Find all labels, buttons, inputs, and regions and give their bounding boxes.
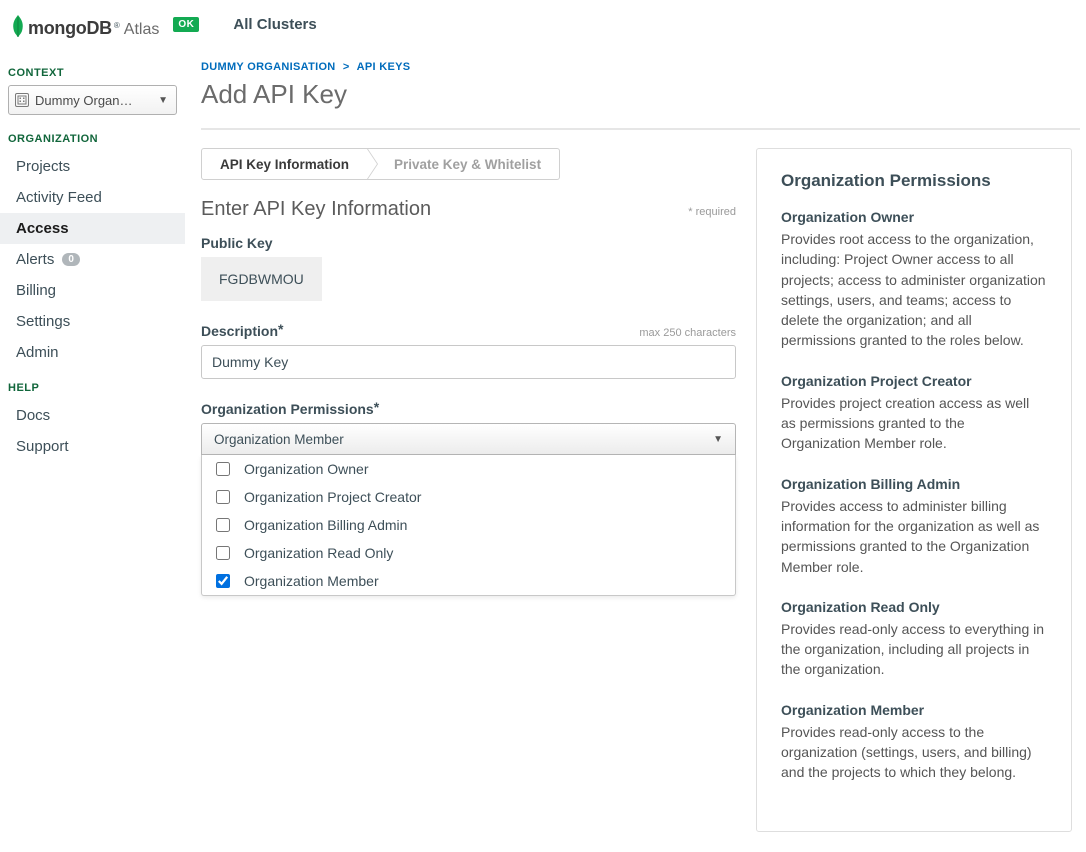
divider: [201, 128, 1080, 130]
permission-option[interactable]: Organization Read Only: [202, 539, 735, 567]
permission-checkbox[interactable]: [216, 518, 230, 532]
breadcrumb-sep: >: [343, 61, 350, 73]
step-api-key-info[interactable]: API Key Information: [201, 148, 368, 180]
sidebar-item-admin[interactable]: Admin: [0, 337, 185, 368]
breadcrumb-page[interactable]: API KEYS: [357, 61, 411, 73]
sidebar-section-label: ORGANIZATION: [0, 133, 185, 151]
help-permission-desc: Provides read-only access to the organiz…: [781, 722, 1047, 783]
sidebar-item-label: Support: [16, 438, 69, 455]
help-panel: Organization Permissions Organization Ow…: [756, 148, 1072, 832]
permission-option-label: Organization Read Only: [244, 545, 393, 561]
description-input[interactable]: [201, 345, 736, 379]
public-key-label: Public Key: [201, 235, 736, 251]
chevron-down-icon: ▼: [158, 95, 168, 106]
permission-option-label: Organization Billing Admin: [244, 517, 407, 533]
mongodb-atlas-logo[interactable]: mongoDB® Atlas: [10, 10, 159, 39]
sidebar-item-label: Access: [16, 220, 69, 237]
sidebar-item-alerts[interactable]: Alerts 0: [0, 244, 185, 275]
breadcrumb: DUMMY ORGANISATION > API KEYS: [201, 61, 1086, 73]
breadcrumb-org[interactable]: DUMMY ORGANISATION: [201, 61, 336, 73]
sidebar-item-docs[interactable]: Docs: [0, 400, 185, 431]
description-hint: max 250 characters: [639, 327, 736, 339]
help-permission-desc: Provides root access to the organization…: [781, 229, 1047, 351]
sidebar-item-label: Projects: [16, 158, 70, 175]
sidebar-item-label: Settings: [16, 313, 70, 330]
permission-option-label: Organization Owner: [244, 461, 369, 477]
help-permission-title: Organization Member: [781, 702, 1047, 718]
help-permission-title: Organization Project Creator: [781, 373, 1047, 389]
topbar: mongoDB® Atlas OK All Clusters: [0, 0, 1086, 49]
chevron-down-icon: ▼: [713, 434, 723, 445]
org-permissions-select[interactable]: Organization Member ▼: [201, 423, 736, 455]
help-permission-block: Organization Member Provides read-only ac…: [781, 702, 1047, 783]
help-panel-title: Organization Permissions: [781, 171, 1047, 191]
all-clusters-link[interactable]: All Clusters: [233, 16, 316, 33]
help-permission-desc: Provides read-only access to everything …: [781, 619, 1047, 680]
sidebar-item-label: Admin: [16, 344, 59, 361]
permission-checkbox[interactable]: [216, 574, 230, 588]
org-permissions-selected: Organization Member: [214, 432, 344, 447]
sidebar-item-label: Alerts: [16, 251, 54, 268]
logo-registered: ®: [114, 21, 120, 30]
permission-option-label: Organization Member: [244, 573, 379, 589]
sidebar-item-activity-feed[interactable]: Activity Feed: [0, 182, 185, 213]
help-permission-block: Organization Billing Admin Provides acces…: [781, 476, 1047, 577]
main-content: DUMMY ORGANISATION > API KEYS Add API Ke…: [185, 49, 1086, 852]
sidebar-item-support[interactable]: Support: [0, 431, 185, 462]
permission-checkbox[interactable]: [216, 462, 230, 476]
help-permission-title: Organization Owner: [781, 209, 1047, 225]
help-permission-desc: Provides project creation access as well…: [781, 393, 1047, 454]
alerts-count-badge: 0: [62, 253, 80, 266]
sidebar-item-billing[interactable]: Billing: [0, 275, 185, 306]
description-label: Description*: [201, 323, 283, 339]
permission-option[interactable]: Organization Owner: [202, 455, 735, 483]
org-permissions-dropdown: Organization Owner Organization Project C…: [201, 455, 736, 596]
sidebar-item-label: Billing: [16, 282, 56, 299]
permission-checkbox[interactable]: [216, 546, 230, 560]
help-permission-title: Organization Read Only: [781, 599, 1047, 615]
sidebar-item-settings[interactable]: Settings: [0, 306, 185, 337]
help-permission-block: Organization Read Only Provides read-only…: [781, 599, 1047, 680]
step-private-key-whitelist[interactable]: Private Key & Whitelist: [368, 148, 560, 180]
help-permission-block: Organization Project Creator Provides pro…: [781, 373, 1047, 454]
sidebar-item-label: Docs: [16, 407, 50, 424]
sidebar-item-projects[interactable]: Projects: [0, 151, 185, 182]
permission-option[interactable]: Organization Project Creator: [202, 483, 735, 511]
permission-checkbox[interactable]: [216, 490, 230, 504]
required-note: * required: [688, 206, 736, 218]
page-title: Add API Key: [201, 79, 1086, 110]
logo-text-sub: Atlas: [124, 21, 160, 39]
logo-text-main: mongoDB: [28, 18, 112, 39]
permission-option[interactable]: Organization Billing Admin: [202, 511, 735, 539]
sidebar-item-label: Activity Feed: [16, 189, 102, 206]
context-org-select[interactable]: Dummy Organ… ▼: [8, 85, 177, 115]
org-icon: [15, 93, 29, 107]
help-permission-block: Organization Owner Provides root access t…: [781, 209, 1047, 351]
sidebar: CONTEXT Dummy Organ… ▼ ORGANIZATION Proje…: [0, 49, 185, 852]
context-label: CONTEXT: [0, 67, 185, 85]
status-ok-badge: OK: [173, 17, 199, 32]
org-permissions-label: Organization Permissions*: [201, 401, 736, 417]
context-org-value: Dummy Organ…: [35, 93, 152, 108]
wizard-stepper: API Key Information Private Key & Whitel…: [201, 148, 736, 180]
permission-option[interactable]: Organization Member: [202, 567, 735, 595]
form-heading: Enter API Key Information: [201, 198, 431, 221]
public-key-value: FGDBWMOU: [201, 257, 322, 301]
help-permission-title: Organization Billing Admin: [781, 476, 1047, 492]
permission-option-label: Organization Project Creator: [244, 489, 421, 505]
sidebar-section-label: HELP: [0, 382, 185, 400]
leaf-icon: [10, 14, 26, 38]
sidebar-item-access[interactable]: Access: [0, 213, 185, 244]
help-permission-desc: Provides access to administer billing in…: [781, 496, 1047, 577]
